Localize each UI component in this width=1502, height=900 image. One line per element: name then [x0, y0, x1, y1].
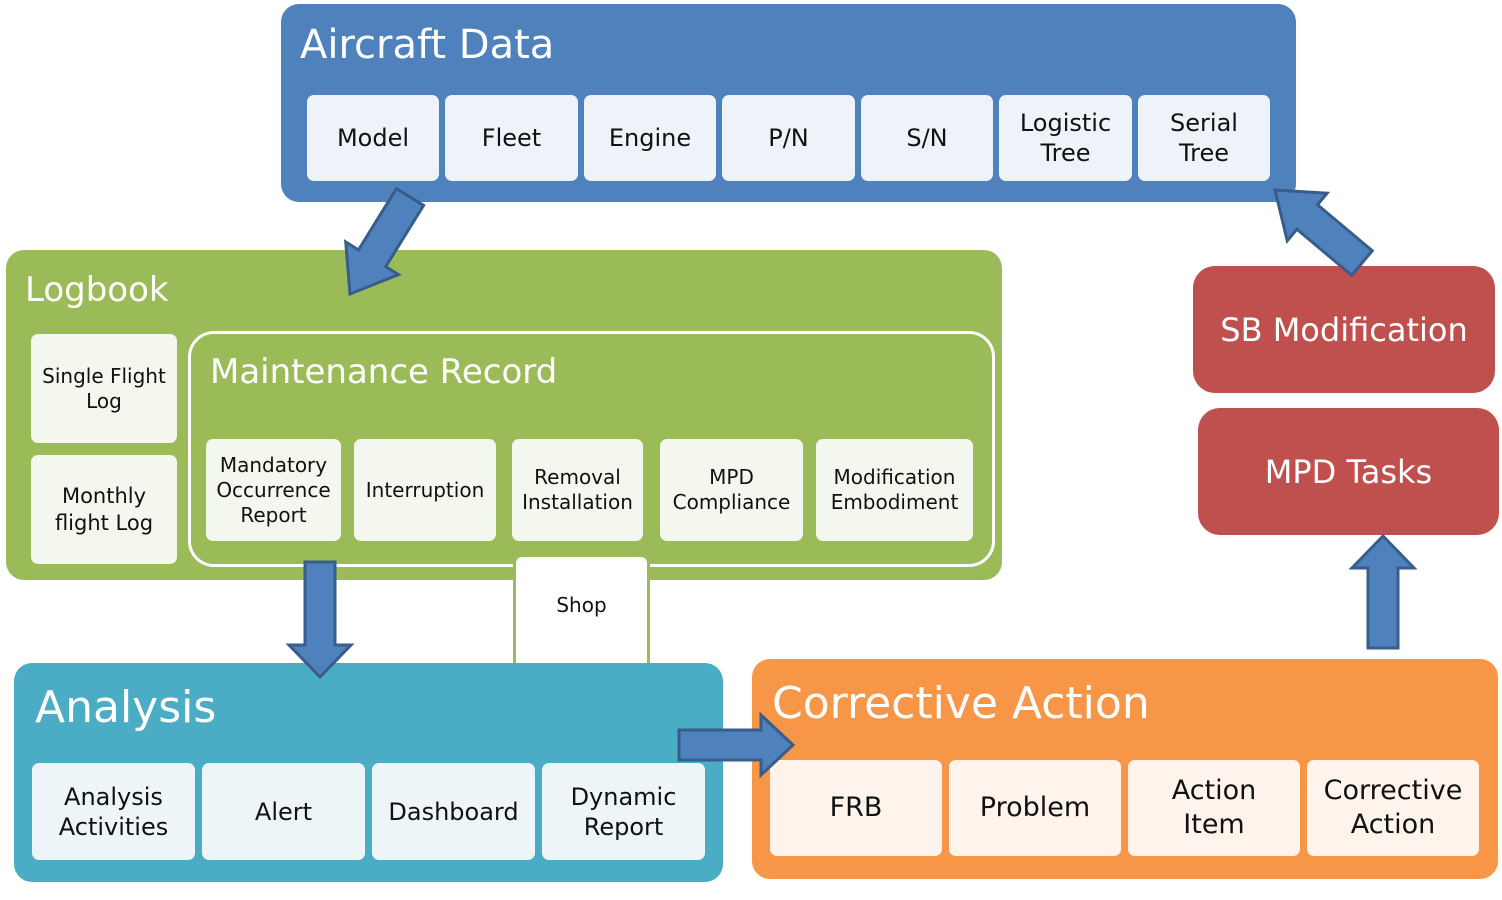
arrow-logbook-to-analysis	[285, 560, 355, 680]
arrows-layer	[285, 186, 1418, 779]
arrow-corrective-to-mpd	[1348, 533, 1418, 650]
arrow-analysis-to-corrective	[677, 711, 796, 779]
arrow-aircraft-to-logbook	[343, 186, 426, 297]
arrow-sb-to-aircraft	[1273, 188, 1375, 278]
